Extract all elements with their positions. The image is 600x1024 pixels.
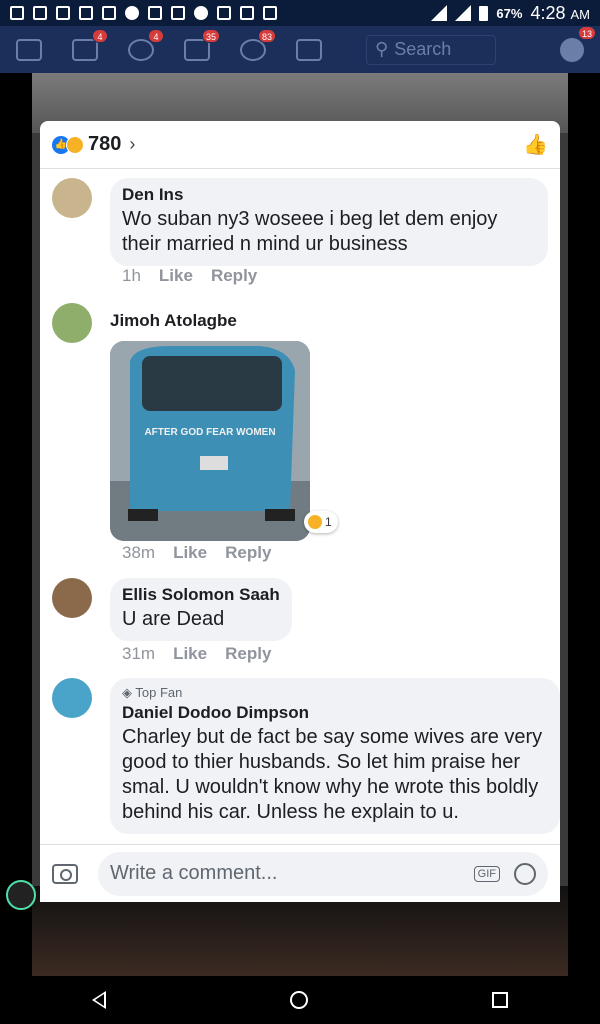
commenter-name[interactable]: Ellis Solomon Saah <box>122 585 280 605</box>
van-rear-text: AFTER GOD FEAR WOMEN <box>144 427 275 438</box>
notifications-badge: 83 <box>257 28 276 43</box>
avatar[interactable] <box>52 578 92 618</box>
reaction-icons: 👍 <box>52 135 84 154</box>
comment-item: Jimoh Atolagbe AFTER GOD FEAR WOMEN 1 38… <box>52 303 548 568</box>
back-icon[interactable] <box>92 991 106 1009</box>
messages-badge: 35 <box>201 28 220 43</box>
commenter-name[interactable]: Jimoh Atolagbe <box>110 311 237 331</box>
sticker-icon[interactable] <box>514 862 536 885</box>
reaction-count: 780 <box>88 133 122 155</box>
comment-bubble: Den Ins Wo suban ny3 woseee i beg let de… <box>110 178 548 266</box>
messages-icon[interactable]: 35 <box>184 28 220 61</box>
groups-icon[interactable]: 4 <box>128 28 164 61</box>
messenger-badge: 13 <box>577 25 596 40</box>
comment-item: Ellis Solomon Saah U are Dead 31m Like R… <box>52 578 548 668</box>
record-icon <box>194 6 208 20</box>
comment-actions: 38m Like Reply <box>122 543 271 563</box>
recents-icon[interactable] <box>492 992 508 1008</box>
gmail-icon <box>240 6 254 20</box>
facebook-icon <box>171 6 185 20</box>
friends-badge: 4 <box>92 28 108 43</box>
comment-text: U are Dead <box>122 608 225 630</box>
van-photo: AFTER GOD FEAR WOMEN <box>110 341 310 541</box>
comment-list[interactable]: Den Ins Wo suban ny3 woseee i beg let de… <box>40 170 560 844</box>
image-icon <box>148 6 162 20</box>
top-fan-label: Top Fan <box>135 685 183 700</box>
top-fan-badge: ◈ Top Fan <box>122 685 183 700</box>
comments-dialog: 👍 780 › 👍 Den Ins Wo suban ny3 woseee i … <box>40 121 560 902</box>
facebook-icon <box>79 6 93 20</box>
search-box[interactable]: ⚲ Search <box>366 34 496 65</box>
like-link[interactable]: Like <box>159 266 193 286</box>
floating-app-icon[interactable] <box>6 880 36 910</box>
comment-input[interactable]: Write a comment... GIF <box>98 851 548 896</box>
messenger-icon[interactable]: 13 <box>560 25 596 62</box>
comment-input-placeholder: Write a comment... <box>110 862 278 884</box>
comment-actions: 1h Like Reply <box>122 266 257 286</box>
comment-reaction-chip[interactable]: 1 <box>304 511 338 533</box>
like-button-icon[interactable]: 👍 <box>523 132 548 157</box>
comment-bubble: Ellis Solomon Saah U are Dead <box>110 578 292 641</box>
haha-icon <box>66 135 84 154</box>
commenter-name[interactable]: Den Ins <box>122 185 536 205</box>
reply-link[interactable]: Reply <box>225 543 271 563</box>
battery-icon <box>479 5 489 21</box>
clock-ampm: AM <box>570 6 591 22</box>
news-feed-icon[interactable] <box>16 38 42 61</box>
reply-link[interactable]: Reply <box>225 644 271 664</box>
comment-bubble: ◈ Top Fan Daniel Dodoo Dimpson Charley b… <box>110 678 560 834</box>
groups-badge: 4 <box>148 28 164 43</box>
camera-icon[interactable] <box>52 863 78 884</box>
like-link[interactable]: Like <box>173 543 207 563</box>
comment-time: 38m <box>122 543 156 562</box>
search-icon: ⚲ <box>375 39 389 59</box>
whatsapp-icon <box>125 6 139 20</box>
comment-item: ◈ Top Fan Daniel Dodoo Dimpson Charley b… <box>52 678 560 844</box>
jiji-icon <box>10 6 24 20</box>
comment-photo[interactable]: AFTER GOD FEAR WOMEN <box>110 341 310 541</box>
search-placeholder: Search <box>394 39 452 59</box>
clock-time: 4:28 <box>530 2 566 23</box>
clock: 4:28 AM <box>530 3 590 24</box>
menu-icon[interactable] <box>296 38 322 61</box>
friends-icon[interactable]: 4 <box>72 28 108 61</box>
facebook-navbar: 4 4 35 83 ⚲ Search 13 <box>0 25 600 73</box>
comment-time: 1h <box>122 266 141 285</box>
avatar[interactable] <box>52 678 92 718</box>
haha-icon <box>308 515 322 529</box>
facebook-icon <box>217 6 231 20</box>
signal-icon <box>455 5 472 21</box>
facebook-icon <box>56 6 70 20</box>
facebook-icon <box>102 6 116 20</box>
status-notifications <box>10 6 277 20</box>
news-icon <box>33 6 47 20</box>
like-link[interactable]: Like <box>173 644 207 664</box>
vpn-icon <box>263 6 277 20</box>
signal-icon <box>431 5 448 21</box>
avatar[interactable] <box>52 178 92 218</box>
comment-time: 31m <box>122 644 156 663</box>
comment-reaction-count: 1 <box>325 515 332 529</box>
avatar[interactable] <box>52 303 92 343</box>
comment-text: Wo suban ny3 woseee i beg let dem enjoy … <box>122 208 498 255</box>
comment-actions: 31m Like Reply <box>122 644 271 664</box>
chevron-right-icon: › <box>129 134 136 154</box>
android-navigation-bar <box>0 976 600 1024</box>
battery-percent: 67% <box>496 5 523 21</box>
home-icon[interactable] <box>290 991 308 1009</box>
status-bar: 67% 4:28 AM <box>0 0 600 26</box>
commenter-name[interactable]: Daniel Dodoo Dimpson <box>122 703 548 723</box>
reply-link[interactable]: Reply <box>211 266 257 286</box>
notifications-icon[interactable]: 83 <box>240 28 276 61</box>
comment-text: Charley but de fact be say some wives ar… <box>122 726 543 823</box>
reactions-header[interactable]: 👍 780 › 👍 <box>40 121 560 169</box>
gif-icon[interactable]: GIF <box>473 865 500 882</box>
comment-item: Den Ins Wo suban ny3 woseee i beg let de… <box>52 178 548 290</box>
comment-composer: Write a comment... GIF <box>40 844 560 902</box>
